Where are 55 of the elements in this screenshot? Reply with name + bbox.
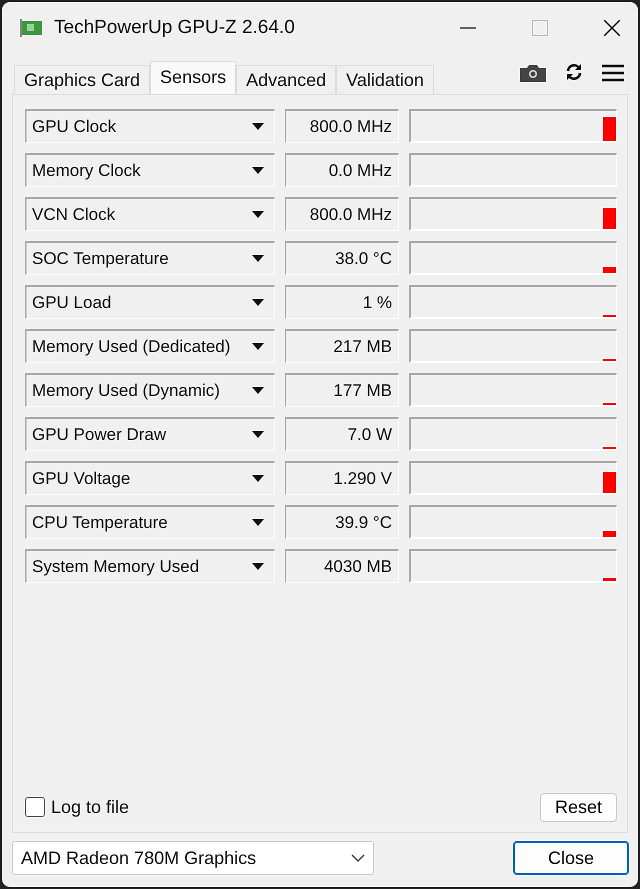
graph-trace [603, 578, 616, 581]
tab[interactable]: Validation [336, 65, 434, 94]
caret-icon [252, 475, 264, 482]
caret-icon [252, 255, 264, 262]
caret-icon [252, 519, 264, 526]
sensor-reading: 39.9 °C [285, 505, 399, 539]
sensor-dropdown[interactable]: Memory Used (Dynamic) [25, 373, 275, 407]
caret-icon [252, 387, 264, 394]
sensor-dropdown[interactable]: GPU Load [25, 285, 275, 319]
window-title: TechPowerUp GPU-Z 2.64.0 [54, 17, 295, 39]
checkbox-label[interactable]: Log to file [51, 796, 130, 818]
graph-trace [603, 208, 616, 229]
sensor-reading: 7.0 W [285, 417, 399, 451]
sensor-reading: 177 MB [285, 373, 399, 407]
reset-button[interactable]: Reset [540, 792, 617, 822]
graphics-card-icon [20, 19, 42, 37]
chevron-down-icon [351, 854, 365, 862]
sensor-dropdown[interactable]: Memory Clock [25, 153, 275, 187]
close-icon[interactable] [604, 20, 620, 36]
graph-trace [603, 267, 616, 273]
checkbox[interactable] [25, 797, 45, 817]
sensor-dropdown[interactable]: CPU Temperature [25, 505, 275, 539]
sensor-reading: 1 % [285, 285, 399, 319]
tab[interactable]: Graphics Card [14, 65, 150, 94]
sensor-dropdown[interactable]: GPU Power Draw [25, 417, 275, 451]
tab[interactable]: Sensors [150, 61, 236, 94]
refresh-icon[interactable] [564, 62, 584, 82]
caret-icon [252, 563, 264, 570]
caret-icon [252, 299, 264, 306]
caret-icon [252, 167, 264, 174]
graph-trace [603, 531, 616, 537]
menu-icon[interactable] [602, 64, 624, 82]
caret-icon [252, 343, 264, 350]
sensor-reading: 800.0 MHz [285, 109, 399, 143]
sensor-reading: 0.0 MHz [285, 153, 399, 187]
tab[interactable]: Advanced [236, 65, 336, 94]
sensor-dropdown[interactable]: VCN Clock [25, 197, 275, 231]
sensor-reading: 1.290 V [285, 461, 399, 495]
caret-icon [252, 211, 264, 218]
sensor-dropdown[interactable]: SOC Temperature [25, 241, 275, 275]
device-dropdown[interactable]: AMD Radeon 780M Graphics [12, 841, 374, 875]
camera-icon[interactable] [520, 64, 546, 82]
caret-icon [252, 431, 264, 438]
sensor-dropdown[interactable]: System Memory Used [25, 549, 275, 583]
sensor-reading: 4030 MB [285, 549, 399, 583]
sensor-dropdown[interactable]: GPU Voltage [25, 461, 275, 495]
close-button[interactable]: Close [513, 841, 629, 875]
sensor-reading: 38.0 °C [285, 241, 399, 275]
graph-trace [603, 117, 616, 141]
graph-trace [603, 472, 616, 493]
sensor-dropdown[interactable]: GPU Clock [25, 109, 275, 143]
sensor-reading: 800.0 MHz [285, 197, 399, 231]
sensor-dropdown[interactable]: Memory Used (Dedicated) [25, 329, 275, 363]
caret-icon [252, 123, 264, 130]
sensor-reading: 217 MB [285, 329, 399, 363]
